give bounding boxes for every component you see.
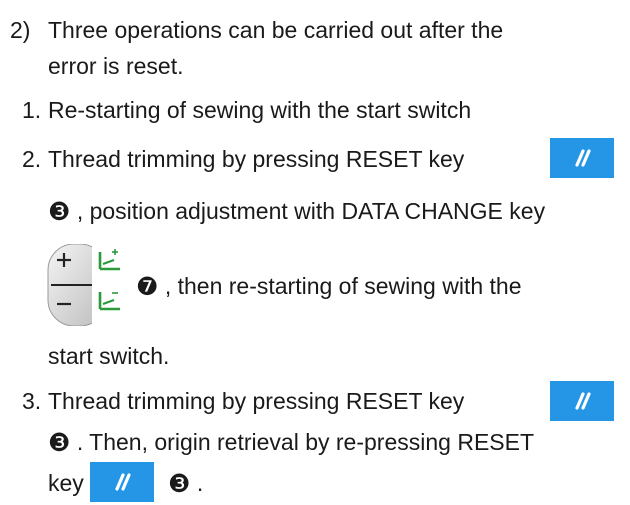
- step-2-line-1: Three operations can be carried out afte…: [48, 17, 504, 43]
- option-2-line-2-text: , position adjustment with DATA CHANGE k…: [76, 198, 546, 224]
- option-3-line-3-end: ❸ .: [168, 468, 203, 498]
- option-3-line-2: ❸ . Then, origin retrieval by re-pressin…: [48, 427, 534, 457]
- option-2-line-4: start switch.: [48, 343, 170, 369]
- option-1-marker: 1.: [22, 97, 42, 123]
- option-2-line-2: ❸ , position adjustment with DATA CHANGE…: [48, 196, 545, 226]
- option-3-line-1: Thread trimming by pressing RESET key: [48, 388, 465, 414]
- data-change-key-icon: [46, 243, 128, 327]
- reference-number-7: ❼: [136, 272, 159, 301]
- option-3-marker: 3.: [22, 388, 42, 414]
- reference-number-3: ❸: [48, 428, 71, 457]
- option-1-text: Re-starting of sewing with the start swi…: [48, 97, 472, 123]
- reference-number-3: ❸: [168, 469, 191, 498]
- step-2-line-2: error is reset.: [48, 53, 184, 79]
- option-2-marker: 2.: [22, 146, 42, 172]
- option-2-line-3-text: , then re-starting of sewing with the: [164, 273, 522, 299]
- option-3-line-3-period: .: [196, 470, 204, 496]
- reset-key-icon: [90, 462, 154, 502]
- option-3-line-2-text: . Then, origin retrieval by re-pressing …: [76, 429, 535, 455]
- reference-number-3: ❸: [48, 197, 71, 226]
- option-2-line-1: Thread trimming by pressing RESET key: [48, 146, 465, 172]
- option-2-line-3: ❼ , then re-starting of sewing with the: [136, 271, 522, 301]
- option-3-line-3-key-label: key: [48, 470, 84, 496]
- step-2-marker: 2): [10, 17, 31, 43]
- reset-key-icon: [550, 381, 614, 421]
- reset-key-icon: [550, 138, 614, 178]
